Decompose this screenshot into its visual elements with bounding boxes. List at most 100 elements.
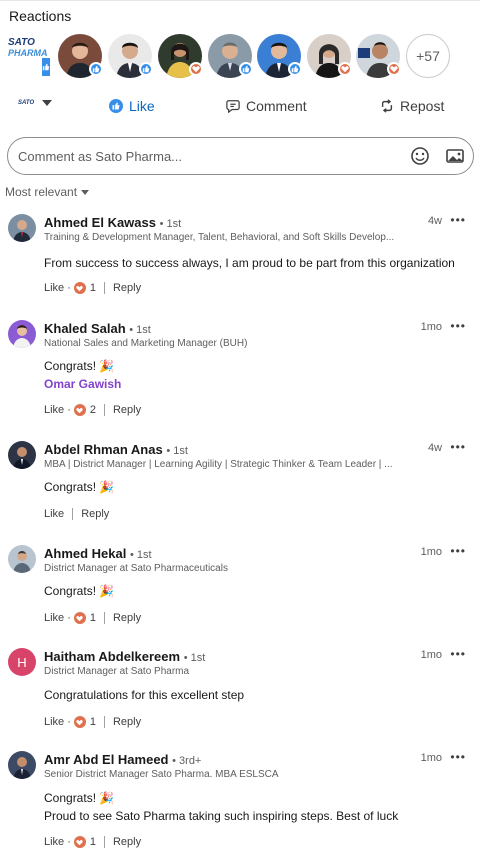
comment-actions: Like · 1 Reply — [44, 611, 141, 625]
mention-link[interactable]: Omar Gawish — [44, 377, 121, 391]
comment-reply-button[interactable]: Reply — [113, 612, 141, 624]
comment-reply-button[interactable]: Reply — [113, 404, 141, 416]
divider — [103, 612, 105, 624]
divider — [103, 836, 105, 848]
separator-dot: · — [67, 836, 71, 848]
sort-dropdown[interactable]: Most relevant — [5, 185, 90, 199]
comment-actions: Like · 1 Reply — [44, 835, 141, 849]
sato-logo-text: SATO — [8, 37, 35, 48]
like-reaction-icon — [139, 62, 153, 76]
like-button[interactable]: Like — [109, 98, 155, 114]
sort-label: Most relevant — [5, 185, 78, 199]
like-reaction-icon — [288, 62, 302, 76]
comment-actions: Like · 1 Reply — [44, 281, 141, 295]
chevron-down-icon — [42, 100, 53, 106]
comment-text: Congrats! 🎉 — [44, 791, 115, 805]
post-action-bar: SATO Like Comment Repost — [0, 96, 480, 122]
love-reaction-icon — [387, 62, 401, 76]
comment-text: Congrats! 🎉 — [44, 480, 115, 494]
love-reaction-icon — [73, 836, 86, 848]
comment-like-button[interactable]: Like — [44, 404, 64, 416]
comment-text: Congrats! 🎉 — [44, 359, 115, 373]
comment-like-button[interactable]: Like — [44, 716, 64, 728]
comment-like-button[interactable]: Like — [44, 612, 64, 624]
chevron-down-icon — [81, 189, 90, 195]
comment-reply-button[interactable]: Reply — [81, 508, 109, 520]
more-options-icon[interactable]: ••• — [450, 545, 466, 557]
image-icon[interactable] — [445, 146, 465, 166]
comment-reply-button[interactable]: Reply — [113, 836, 141, 848]
avatar[interactable] — [8, 441, 36, 469]
more-reactions-button[interactable]: +57 — [406, 34, 450, 78]
reaction-count[interactable]: 1 — [90, 836, 96, 848]
connection-degree: • 1st — [129, 324, 151, 336]
avatar[interactable] — [8, 214, 36, 242]
reactor-avatar[interactable] — [158, 34, 203, 78]
comment-text: Congratulations for this excellent step — [44, 688, 245, 702]
reactor-avatar[interactable] — [208, 34, 253, 78]
separator-dot: · — [67, 282, 71, 294]
reactor-avatar[interactable] — [58, 34, 103, 78]
comment-timestamp: 1mo — [420, 321, 442, 333]
reaction-count[interactable]: 1 — [90, 612, 96, 624]
commenter-name[interactable]: Amr Abd El Hameed • 3rd+ — [44, 752, 201, 767]
love-reaction-icon — [338, 62, 352, 76]
commenter-headline: District Manager at Sato Pharmaceuticals — [44, 563, 228, 574]
comment-actions: Like · 1 Reply — [44, 715, 141, 729]
avatar[interactable]: H — [8, 648, 36, 676]
reactor-avatar[interactable] — [257, 34, 302, 78]
comment-actions: Like · 2 Reply — [44, 403, 141, 417]
avatar[interactable] — [8, 320, 36, 348]
comment-like-button[interactable]: Like — [44, 836, 64, 848]
comment-text: Congrats! 🎉 — [44, 584, 115, 598]
separator-dot: · — [67, 716, 71, 728]
more-options-icon[interactable]: ••• — [450, 320, 466, 332]
commenter-name[interactable]: Khaled Salah • 1st — [44, 321, 151, 336]
comment-timestamp: 1mo — [420, 649, 442, 661]
commenter-headline: District Manager at Sato Pharma — [44, 666, 190, 677]
comment-text-line-2: Proud to see Sato Pharma taking such ins… — [44, 809, 399, 823]
divider — [72, 508, 74, 520]
comment-label: Comment — [246, 98, 307, 114]
reactor-avatar[interactable] — [108, 34, 153, 78]
comment-input[interactable] — [18, 145, 398, 167]
repost-button[interactable]: Repost — [380, 98, 444, 114]
connection-degree: • 1st — [130, 549, 152, 561]
reactor-avatar[interactable] — [307, 34, 352, 78]
commenter-name[interactable]: Abdel Rhman Anas • 1st — [44, 442, 188, 457]
commenter-name[interactable]: Ahmed Hekal • 1st — [44, 546, 152, 561]
like-reaction-icon — [239, 62, 253, 76]
connection-degree: • 1st — [166, 445, 188, 457]
pharma-logo-text: PHARMA — [8, 48, 48, 58]
comment-reply-button[interactable]: Reply — [113, 716, 141, 728]
comment-like-button[interactable]: Like — [44, 282, 64, 294]
reaction-count[interactable]: 1 — [90, 716, 96, 728]
connection-degree: • 1st — [159, 218, 182, 230]
emoji-icon[interactable] — [410, 146, 430, 166]
reactions-title: Reactions — [9, 8, 72, 24]
more-options-icon[interactable]: ••• — [450, 648, 466, 660]
more-options-icon[interactable]: ••• — [450, 214, 466, 226]
reactor-sato-pharma[interactable]: SATO PHARMA — [8, 37, 52, 76]
reaction-count[interactable]: 1 — [90, 282, 96, 294]
separator-dot: · — [67, 612, 71, 624]
thumbs-up-icon — [109, 99, 123, 113]
top-divider — [0, 0, 480, 1]
more-options-icon[interactable]: ••• — [450, 751, 466, 763]
actor-switcher[interactable]: SATO — [18, 100, 53, 106]
comment-timestamp: 1mo — [420, 752, 442, 764]
commenter-headline: Training & Development Manager, Talent, … — [44, 232, 395, 243]
avatar[interactable] — [8, 545, 36, 573]
love-reaction-icon — [73, 404, 86, 416]
reactor-avatar[interactable] — [356, 34, 401, 78]
comment-like-button[interactable]: Like — [44, 508, 64, 520]
avatar[interactable] — [8, 751, 36, 779]
comment-reply-button[interactable]: Reply — [113, 282, 141, 294]
comment-button[interactable]: Comment — [226, 98, 307, 114]
comment-text: From success to success always, I am pro… — [44, 256, 455, 270]
repost-label: Repost — [400, 98, 445, 114]
commenter-name[interactable]: Ahmed El Kawass • 1st — [44, 215, 181, 230]
more-options-icon[interactable]: ••• — [450, 441, 466, 453]
reaction-count[interactable]: 2 — [90, 404, 96, 416]
commenter-name[interactable]: Haitham Abdelkereem • 1st — [44, 649, 205, 664]
